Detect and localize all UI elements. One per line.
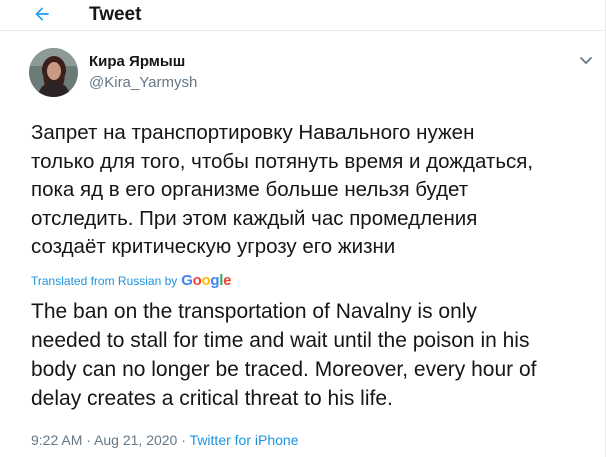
- tweet-source-link[interactable]: Twitter for iPhone: [190, 432, 299, 448]
- tweet-meta: 9:22 AM · Aug 21, 2020 · Twitter for iPh…: [31, 432, 298, 448]
- tweet-text-line: создаёт критическую угрозу его жизни: [31, 235, 396, 259]
- tweet-text-line: Запрет на транспортировку Навального нуж…: [31, 121, 475, 144]
- tweet-page: Tweet Кира Ярмыш @Kira_Yarmysh Запрет на…: [0, 0, 606, 457]
- tweet-date[interactable]: Aug 21, 2020: [94, 432, 177, 448]
- google-logo-letter: o: [192, 272, 202, 289]
- page-header: Tweet: [0, 0, 605, 31]
- arrow-left-icon: [35, 7, 49, 21]
- meta-separator: ·: [177, 432, 190, 448]
- tweet-text-line: отследить. При этом каждый час промедлен…: [31, 206, 478, 230]
- translated-text-line: The ban on the transportation of Navalny…: [31, 300, 477, 323]
- translated-text-line: delay creates a critical threat to his l…: [31, 387, 393, 410]
- author-name[interactable]: Кира Ярмыш: [89, 53, 185, 70]
- chevron-down-icon: [580, 57, 592, 64]
- tweet-text: Запрет на транспортировку Навального нуж…: [31, 119, 601, 262]
- google-logo-letter: e: [223, 272, 232, 289]
- translation-label: Translated from Russian by: [31, 273, 178, 288]
- avatar[interactable]: [29, 48, 78, 97]
- back-button[interactable]: [31, 3, 53, 25]
- tweet-text-line: только для того, чтобы потянуть время и …: [31, 149, 534, 173]
- author-handle[interactable]: @Kira_Yarmysh: [89, 74, 197, 91]
- tweet-text-line: пока яд в его организме больше нельзя бу…: [31, 178, 469, 202]
- translated-text-line: needed to stall for time and wait until …: [31, 329, 530, 352]
- more-options-button[interactable]: [576, 50, 596, 70]
- google-logo-letter: g: [210, 272, 220, 289]
- google-logo-letter: G: [181, 272, 193, 289]
- translated-text: The ban on the transportation of Navalny…: [31, 297, 601, 413]
- translation-attribution[interactable]: Translated from Russian by Google: [31, 272, 232, 289]
- tweet-time[interactable]: 9:22 AM: [31, 432, 82, 448]
- page-title: Tweet: [89, 4, 142, 25]
- translated-text-line: body can no longer be traced. Moreover, …: [31, 358, 537, 381]
- meta-separator: ·: [82, 432, 95, 448]
- avatar-photo-icon: [29, 48, 78, 97]
- google-logo: Google: [181, 272, 231, 289]
